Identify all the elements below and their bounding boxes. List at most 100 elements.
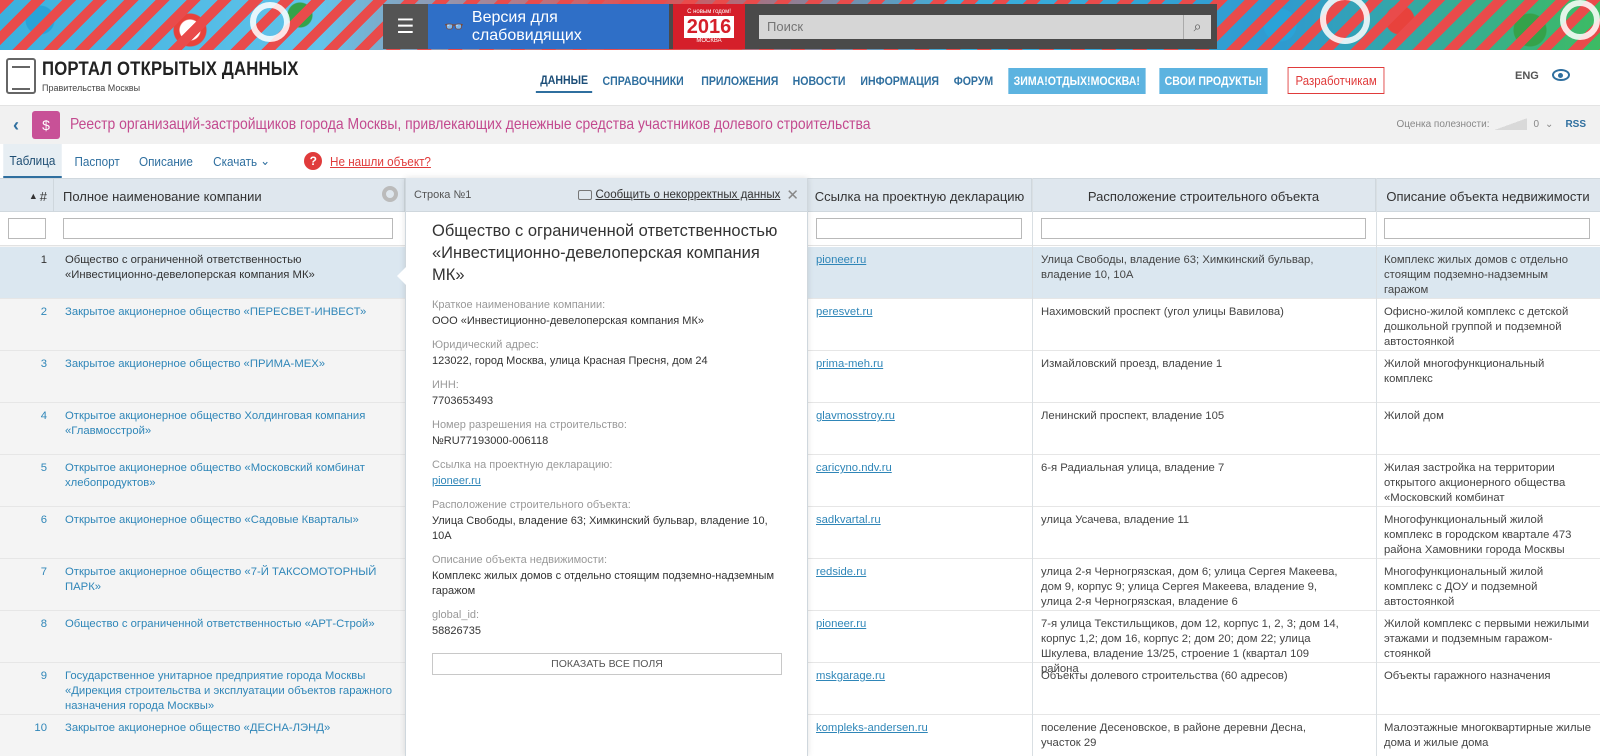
company-name[interactable]: Закрытое акционерное общество «ПЕРЕСВЕТ-… bbox=[65, 305, 395, 320]
nav-data[interactable]: ДАННЫЕ bbox=[535, 69, 593, 93]
declaration-link[interactable]: glavmosstroy.ru bbox=[816, 409, 1026, 424]
tab-passport[interactable]: Паспорт bbox=[68, 144, 126, 178]
company-name[interactable]: Открытое акционерное общество Холдингова… bbox=[65, 409, 395, 439]
row-number: 5 bbox=[40, 462, 47, 474]
company-name[interactable]: Открытое акционерное общество «Московски… bbox=[65, 461, 395, 491]
report-incorrect-data-link[interactable]: Сообщить о некорректных данных bbox=[596, 189, 781, 201]
tab-description[interactable]: Описание bbox=[133, 144, 199, 178]
menu-icon[interactable]: ☰ bbox=[383, 4, 428, 49]
detail-field-value: Комплекс жилых домов с отдельно стоящим … bbox=[432, 570, 775, 597]
company-name[interactable]: Открытое акционерное общество «7-Й ТАКСО… bbox=[65, 565, 395, 595]
company-name[interactable]: Общество с ограниченной ответственностью… bbox=[65, 253, 395, 283]
description-column-header[interactable]: Описание объекта недвижимости bbox=[1376, 179, 1600, 213]
link-column-header[interactable]: Ссылка на проектную декларацию bbox=[808, 179, 1032, 213]
detail-field-label: Описание объекта недвижимости: bbox=[432, 554, 608, 566]
search-icon[interactable]: ⌕ bbox=[1183, 14, 1211, 39]
language-switch[interactable]: ENG bbox=[1515, 70, 1539, 82]
object-description: Объекты гаражного назначения bbox=[1384, 670, 1551, 682]
object-location: Улица Свободы, владение 63; Химкинский б… bbox=[1041, 254, 1314, 281]
nav-own-products[interactable]: СВОИ ПРОДУКТЫ! bbox=[1159, 67, 1268, 94]
detail-field-value: 123022, город Москва, улица Красная Прес… bbox=[432, 355, 708, 367]
declaration-link[interactable]: pioneer.ru bbox=[816, 617, 1026, 632]
company-name[interactable]: Государственное унитарное предприятие го… bbox=[65, 669, 395, 714]
accessibility-version-button[interactable]: 👓 Версия для слабовидящих bbox=[428, 4, 669, 49]
object-description: Жилой многофункциональный комплекс bbox=[1384, 358, 1545, 385]
declaration-link[interactable]: mskgarage.ru bbox=[816, 669, 1026, 684]
rating-label: Оценка полезности: bbox=[1396, 118, 1490, 130]
company-name[interactable]: Открытое акционерное общество «Садовые К… bbox=[65, 513, 395, 528]
location-column-header[interactable]: Расположение строительного объекта bbox=[1032, 179, 1376, 213]
nav-winter-promo[interactable]: ЗИМА!ОТДЫХ!МОСКВА! bbox=[1007, 67, 1145, 94]
nav-directories[interactable]: СПРАВОЧНИКИ bbox=[598, 70, 688, 92]
nav-forum[interactable]: ФОРУМ bbox=[949, 70, 997, 92]
column-divider bbox=[1032, 178, 1033, 756]
tab-download[interactable]: Скачать ⌄ bbox=[207, 144, 277, 178]
detail-declaration-link[interactable]: pioneer.ru bbox=[432, 474, 781, 489]
num-filter-input[interactable] bbox=[8, 218, 46, 239]
row-number: 7 bbox=[40, 566, 47, 578]
name-header-label: Полное наименование компании bbox=[63, 188, 262, 204]
sort-num-header[interactable]: ▲ # bbox=[0, 179, 54, 213]
company-name[interactable]: Общество с ограниченной ответственностью… bbox=[65, 617, 395, 632]
dataset-title-bar: ‹ $ Реестр организаций-застройщиков горо… bbox=[0, 106, 1600, 144]
show-all-fields-button[interactable]: ПОКАЗАТЬ ВСЕ ПОЛЯ bbox=[432, 653, 782, 675]
detail-field-label: ИНН: bbox=[432, 379, 459, 391]
nav-news[interactable]: НОВОСТИ bbox=[788, 70, 850, 92]
eye-icon[interactable] bbox=[1552, 69, 1570, 81]
nav-developers-button[interactable]: Разработчикам bbox=[1287, 67, 1385, 94]
company-name[interactable]: Закрытое акционерное общество «ДЕСНА-ЛЭН… bbox=[65, 721, 395, 736]
object-description: Жилая застройка на территории открытого … bbox=[1384, 462, 1566, 504]
object-location: поселение Десеновское, в районе деревни … bbox=[1041, 722, 1306, 749]
row-number: 9 bbox=[40, 670, 47, 682]
location-header-label: Расположение строительного объекта bbox=[1087, 188, 1320, 204]
detail-panel-header: Строка №1 Сообщить о некорректных данных… bbox=[406, 178, 807, 212]
nav-apps[interactable]: ПРИЛОЖЕНИЯ bbox=[696, 70, 782, 92]
company-name[interactable]: Закрытое акционерное общество «ПРИМА-МЕХ… bbox=[65, 357, 395, 372]
back-chevron-icon[interactable]: ‹ bbox=[0, 115, 32, 136]
badge-year: 2016 bbox=[683, 15, 735, 38]
row-number: 2 bbox=[40, 306, 47, 318]
declaration-link[interactable]: pioneer.ru bbox=[816, 253, 1026, 268]
portal-logo[interactable]: ПОРТАЛ ОТКРЫТЫХ ДАННЫХ Правительства Мос… bbox=[6, 58, 334, 94]
location-filter-input[interactable] bbox=[1041, 218, 1366, 239]
declaration-link[interactable]: caricyno.ndv.ru bbox=[816, 461, 1026, 476]
tab-download-label: Скачать bbox=[213, 153, 258, 169]
link-filter-input[interactable] bbox=[816, 218, 1022, 239]
name-column-header[interactable]: Полное наименование компании bbox=[54, 179, 405, 213]
search-input[interactable] bbox=[759, 14, 1183, 39]
object-location: улица Усачева, владение 11 bbox=[1041, 514, 1190, 526]
detail-field-value: ООО «Инвестиционно-девелоперская компани… bbox=[432, 315, 704, 327]
declaration-link[interactable]: sadkvartal.ru bbox=[816, 513, 1026, 528]
tab-table[interactable]: Таблица bbox=[3, 144, 62, 178]
declaration-link[interactable]: redside.ru bbox=[816, 565, 1026, 580]
description-filter-input[interactable] bbox=[1384, 218, 1590, 239]
description-header-label: Описание объекта недвижимости bbox=[1386, 188, 1590, 204]
row-number: 3 bbox=[40, 358, 47, 370]
row-number: 4 bbox=[40, 410, 47, 422]
name-filter-input[interactable] bbox=[63, 218, 393, 239]
main-nav: ДАННЫЕ СПРАВОЧНИКИ ПРИЛОЖЕНИЯ НОВОСТИ ИН… bbox=[532, 67, 1387, 94]
detail-field-label: Юридический адрес: bbox=[432, 339, 539, 351]
close-icon[interactable]: ✕ bbox=[786, 186, 799, 204]
gear-icon[interactable] bbox=[382, 186, 398, 202]
rating-value[interactable]: 0 bbox=[1533, 119, 1539, 130]
detail-row-label: Строка №1 bbox=[414, 188, 472, 201]
declaration-link[interactable]: kompleks-andersen.ru bbox=[816, 721, 1026, 736]
object-description: Многофункциональный жилой комплекс в гор… bbox=[1384, 514, 1572, 556]
declaration-link[interactable]: prima-meh.ru bbox=[816, 357, 1026, 372]
object-location: улица 2-я Черногрязская, дом 6; улица Се… bbox=[1041, 566, 1338, 608]
object-location: Нахимовский проспект (угол улицы Вавилов… bbox=[1041, 306, 1284, 318]
detail-field-value: Улица Свободы, владение 63; Химкинский б… bbox=[432, 515, 768, 542]
logo-subtitle: Правительства Москвы bbox=[42, 83, 141, 93]
row-detail-panel: Строка №1 Сообщить о некорректных данных… bbox=[405, 178, 808, 756]
detail-field-label: Расположение строительного объекта: bbox=[432, 499, 631, 511]
rss-link[interactable]: RSS bbox=[1565, 119, 1586, 130]
rating-bar-icon[interactable] bbox=[1495, 118, 1528, 130]
not-found-link[interactable]: Не нашли объект? bbox=[330, 154, 431, 169]
object-description: Многофункциональный жилой комплекс с ДОУ… bbox=[1384, 566, 1544, 608]
declaration-link[interactable]: peresvet.ru bbox=[816, 305, 1026, 320]
chevron-down-icon[interactable]: ⌄ bbox=[1545, 119, 1553, 130]
row-number: 8 bbox=[40, 618, 47, 630]
nav-information[interactable]: ИНФОРМАЦИЯ bbox=[856, 70, 943, 92]
new-year-badge[interactable]: С новым годом! 2016 МОСКВА bbox=[673, 4, 745, 49]
